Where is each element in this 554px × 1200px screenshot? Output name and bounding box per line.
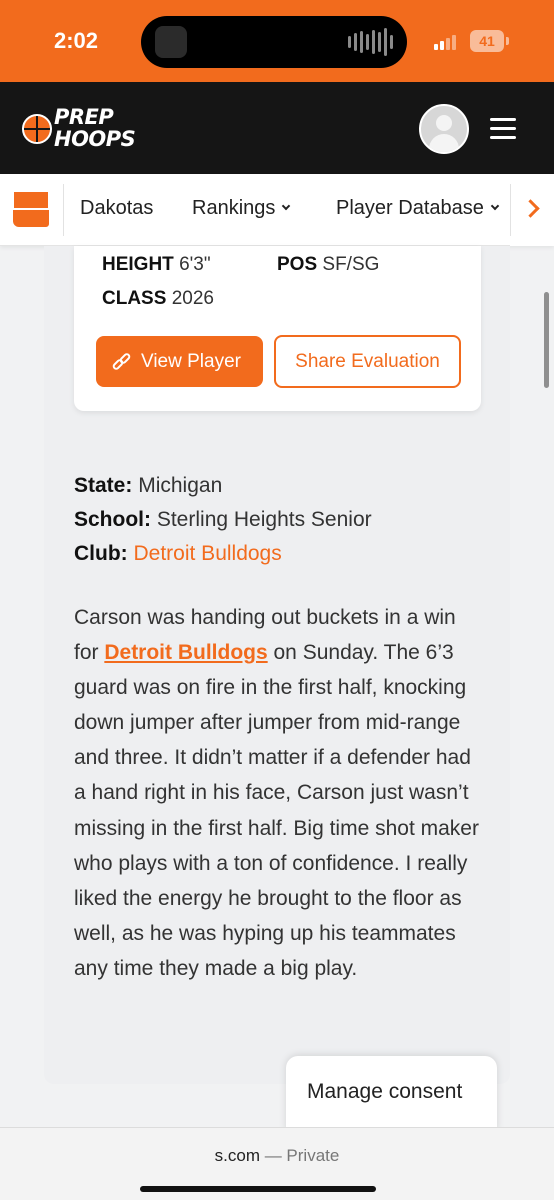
site-header: PREP HOOPS <box>0 82 554 174</box>
chevron-right-icon <box>521 199 540 218</box>
now-playing-app-icon <box>155 26 187 58</box>
evaluation-text: Carson was handing out buckets in a win … <box>74 606 479 980</box>
manage-consent-button[interactable]: Manage consent <box>286 1056 497 1132</box>
player-class: CLASS 2026 <box>102 288 214 309</box>
detail-school: School: Sterling Heights Senior <box>74 508 372 531</box>
status-time: 2:02 <box>54 28 99 53</box>
chevron-down-icon <box>282 201 291 211</box>
battery-icon: 41 <box>470 30 504 52</box>
view-player-button[interactable]: View Player <box>96 336 263 387</box>
nav-item-player-database[interactable]: Player Database <box>336 197 500 220</box>
chevron-down-icon <box>490 201 500 211</box>
dakotas-state-icon[interactable] <box>12 192 50 228</box>
nav-item-rankings[interactable]: Rankings <box>192 197 291 220</box>
share-evaluation-button[interactable]: Share Evaluation <box>274 335 461 388</box>
player-height: HEIGHT 6'3" <box>102 254 211 275</box>
page-scrollbar[interactable] <box>544 292 549 388</box>
browser-address-bar[interactable]: s.com — Private <box>0 1127 554 1200</box>
status-bar: 2:02 41 <box>0 0 554 82</box>
club-link[interactable]: Detroit Bulldogs <box>134 542 282 565</box>
club-inline-link[interactable]: Detroit Bulldogs <box>104 641 267 664</box>
home-indicator[interactable] <box>140 1186 376 1192</box>
battery-level: 41 <box>479 33 495 49</box>
battery-cap <box>506 37 509 45</box>
detail-club: Club: Detroit Bulldogs <box>74 542 282 565</box>
logo-text-hoops: HOOPS <box>54 127 136 151</box>
player-position: POS SF/SG <box>277 254 380 275</box>
nav-scroll-right-button[interactable] <box>510 174 554 246</box>
audio-waveform-icon <box>348 28 393 56</box>
section-nav: Dakotas Rankings Player Database <box>0 174 554 246</box>
cellular-signal-icon <box>434 34 456 50</box>
prep-hoops-logo[interactable]: PREP HOOPS <box>22 104 136 154</box>
detail-state: State: Michigan <box>74 474 223 497</box>
basketball-icon <box>22 114 52 144</box>
user-avatar-icon[interactable] <box>419 104 469 154</box>
logo-text-prep: PREP <box>54 105 114 129</box>
link-icon <box>111 351 132 372</box>
nav-item-dakotas[interactable]: Dakotas <box>80 197 153 220</box>
url-display[interactable]: s.com — Private <box>0 1146 554 1166</box>
nav-divider <box>63 184 64 236</box>
hamburger-menu-icon[interactable] <box>490 118 516 140</box>
dynamic-island <box>141 16 407 68</box>
